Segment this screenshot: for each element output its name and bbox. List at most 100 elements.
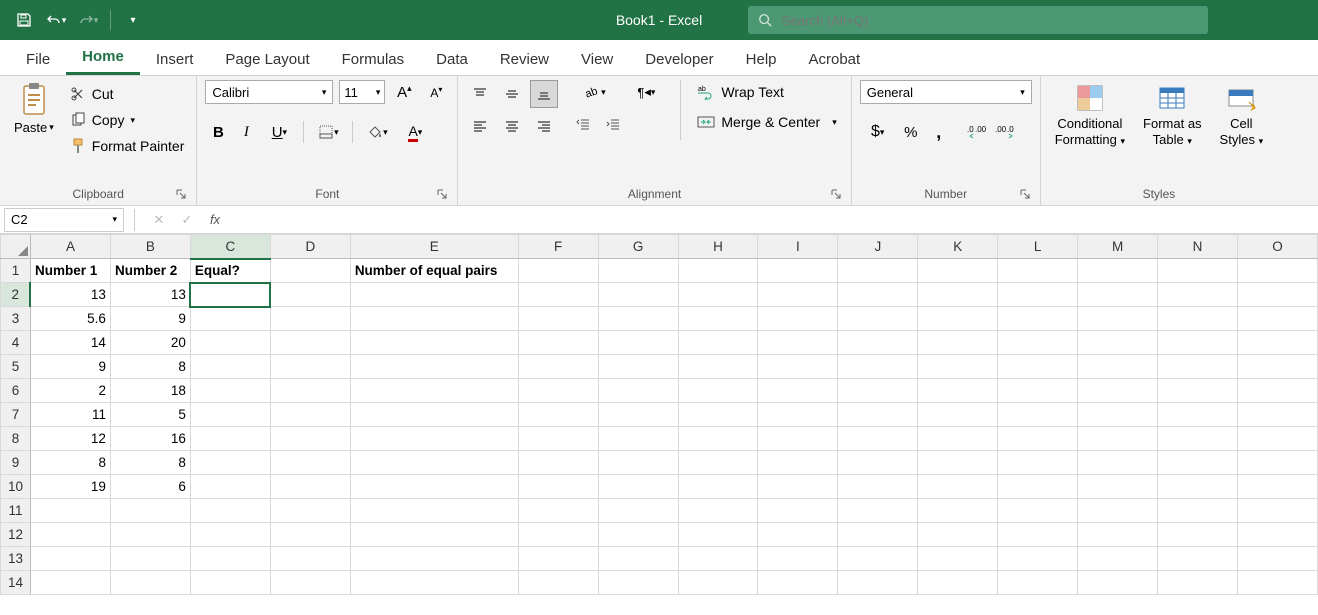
number-format-combo[interactable]: General▾ — [860, 80, 1032, 104]
cell[interactable] — [1158, 451, 1238, 475]
cell[interactable] — [838, 475, 918, 499]
cell[interactable] — [1158, 523, 1238, 547]
cell[interactable] — [918, 451, 998, 475]
cell[interactable] — [1237, 331, 1317, 355]
column-header[interactable]: H — [678, 235, 758, 259]
cell[interactable] — [270, 547, 350, 571]
merge-center-button[interactable]: Merge & Center▾ — [691, 112, 842, 132]
cell[interactable] — [1237, 307, 1317, 331]
cell[interactable] — [918, 379, 998, 403]
cell[interactable] — [918, 403, 998, 427]
undo-button[interactable]: ▾ — [42, 6, 70, 34]
cell[interactable] — [1237, 403, 1317, 427]
cell[interactable]: 6 — [110, 475, 190, 499]
cell[interactable] — [758, 355, 838, 379]
cell[interactable]: Number of equal pairs — [350, 259, 518, 283]
cell[interactable] — [518, 331, 598, 355]
cell[interactable] — [598, 283, 678, 307]
percent-button[interactable]: % — [898, 120, 924, 144]
enter-formula-button[interactable]: ✓ — [177, 212, 197, 228]
cell[interactable] — [1237, 427, 1317, 451]
cell[interactable] — [350, 523, 518, 547]
cell[interactable] — [518, 403, 598, 427]
redo-button[interactable]: ▾ — [74, 6, 102, 34]
column-header[interactable]: A — [30, 235, 110, 259]
cell[interactable] — [838, 307, 918, 331]
cell[interactable]: 12 — [30, 427, 110, 451]
cell[interactable]: 11 — [30, 403, 110, 427]
name-box[interactable]: C2▾ — [4, 208, 124, 232]
cell[interactable] — [678, 355, 758, 379]
cell[interactable] — [678, 307, 758, 331]
cell[interactable] — [678, 451, 758, 475]
cell[interactable] — [758, 523, 838, 547]
cell[interactable] — [918, 475, 998, 499]
align-center-button[interactable] — [498, 112, 526, 140]
wrap-text-button[interactable]: abWrap Text — [691, 82, 842, 102]
increase-indent-button[interactable] — [600, 112, 626, 136]
cell[interactable] — [270, 331, 350, 355]
cell[interactable] — [678, 331, 758, 355]
cell[interactable] — [110, 523, 190, 547]
row-header[interactable]: 4 — [1, 331, 31, 355]
cell[interactable] — [1158, 571, 1238, 595]
paste-button[interactable]: Paste▾ — [8, 80, 60, 137]
cell[interactable] — [998, 379, 1078, 403]
cell[interactable] — [30, 571, 110, 595]
cell[interactable] — [1158, 331, 1238, 355]
cell[interactable] — [918, 331, 998, 355]
cell[interactable] — [598, 403, 678, 427]
bold-button[interactable]: B — [205, 120, 231, 144]
italic-button[interactable]: I — [233, 120, 259, 144]
cell[interactable] — [598, 379, 678, 403]
cell[interactable] — [270, 403, 350, 427]
cell[interactable]: 5.6 — [30, 307, 110, 331]
cell[interactable] — [758, 475, 838, 499]
cell[interactable] — [1158, 547, 1238, 571]
cell[interactable]: 13 — [110, 283, 190, 307]
column-header[interactable]: K — [918, 235, 998, 259]
cell[interactable] — [598, 331, 678, 355]
row-header[interactable]: 14 — [1, 571, 31, 595]
align-left-button[interactable] — [466, 112, 494, 140]
cell[interactable] — [350, 571, 518, 595]
cell[interactable]: 18 — [110, 379, 190, 403]
cell[interactable] — [518, 547, 598, 571]
qat-customize-button[interactable]: ▾ — [119, 6, 147, 34]
column-header[interactable]: O — [1237, 235, 1317, 259]
cell[interactable] — [30, 547, 110, 571]
row-header[interactable]: 3 — [1, 307, 31, 331]
cell[interactable] — [270, 451, 350, 475]
cell[interactable] — [350, 475, 518, 499]
tab-file[interactable]: File — [10, 43, 66, 75]
cut-button[interactable]: Cut — [66, 84, 189, 104]
cell[interactable] — [190, 475, 270, 499]
row-header[interactable]: 7 — [1, 403, 31, 427]
align-middle-button[interactable] — [498, 80, 526, 108]
cell[interactable] — [110, 547, 190, 571]
cell[interactable] — [270, 379, 350, 403]
cell[interactable] — [518, 523, 598, 547]
cell[interactable] — [758, 283, 838, 307]
cell[interactable] — [1237, 379, 1317, 403]
cell[interactable] — [838, 331, 918, 355]
align-right-button[interactable] — [530, 112, 558, 140]
cell[interactable] — [1237, 547, 1317, 571]
cell[interactable] — [190, 283, 270, 307]
cell[interactable] — [270, 571, 350, 595]
cell[interactable] — [350, 379, 518, 403]
cell[interactable] — [1237, 355, 1317, 379]
cell[interactable] — [918, 427, 998, 451]
cell[interactable] — [30, 499, 110, 523]
cell[interactable] — [838, 451, 918, 475]
cell[interactable] — [598, 523, 678, 547]
cell[interactable] — [918, 499, 998, 523]
cell[interactable] — [110, 571, 190, 595]
tab-home[interactable]: Home — [66, 40, 140, 75]
text-direction-button[interactable]: ¶◂▾ — [622, 80, 670, 104]
cell[interactable]: Number 1 — [30, 259, 110, 283]
cell[interactable] — [598, 259, 678, 283]
cell[interactable]: 8 — [30, 451, 110, 475]
cell[interactable] — [1078, 547, 1158, 571]
cancel-formula-button[interactable]: ✕ — [149, 212, 169, 228]
